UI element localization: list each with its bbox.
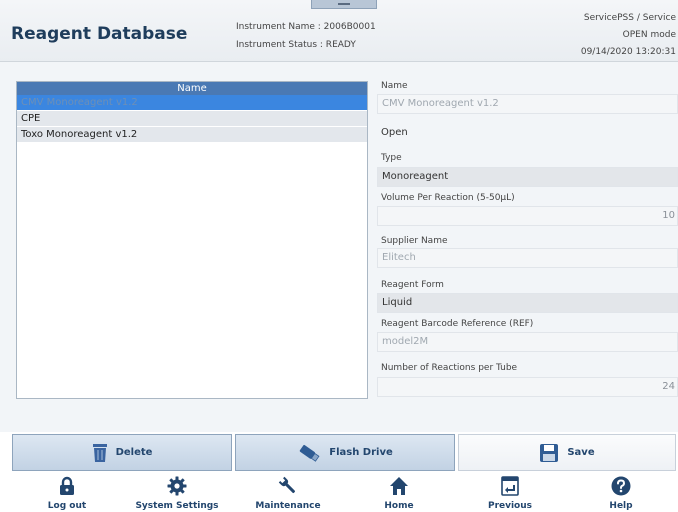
delete-button[interactable]: Delete (12, 434, 232, 471)
user-info: ServicePSS / Service (583, 13, 676, 23)
barcode-label: Reagent Barcode Reference (REF) (381, 319, 534, 329)
reagent-form-label: Reagent Form (381, 280, 444, 290)
nav-help[interactable]: Help (565, 471, 677, 512)
barcode-field[interactable]: model2M (377, 332, 678, 352)
nav-previous[interactable]: Previous (454, 471, 566, 512)
reactions-field[interactable]: 24 (377, 377, 678, 397)
nav-maintenance-label: Maintenance (255, 501, 321, 511)
nav-home[interactable]: Home (343, 471, 455, 512)
volume-field[interactable]: 10 (377, 206, 678, 226)
list-column-header[interactable]: Name (17, 82, 367, 95)
usb-drive-icon (297, 444, 321, 462)
nav-system-settings[interactable]: System Settings (121, 471, 233, 512)
reagent-form-select[interactable]: Liquid (377, 293, 678, 313)
name-label: Name (381, 81, 408, 91)
mode-indicator: OPEN mode (622, 30, 676, 40)
page-title: Reagent Database (11, 24, 188, 44)
supplier-label: Supplier Name (381, 236, 448, 246)
wrench-icon (232, 471, 344, 497)
floppy-disk-icon (539, 443, 559, 463)
reactions-label: Number of Reactions per Tube (381, 363, 518, 373)
save-label: Save (567, 447, 595, 458)
instrument-name: Instrument Name : 2006B0001 (236, 22, 376, 32)
action-bar: Delete Flash Drive Save (0, 433, 678, 471)
nav-system-settings-label: System Settings (135, 501, 219, 511)
trash-icon (92, 443, 108, 463)
instrument-status: Instrument Status : READY (236, 40, 356, 50)
name-field[interactable]: CMV Monoreagent v1.2 (377, 94, 678, 114)
supplier-field[interactable]: Elitech (377, 248, 678, 268)
type-label: Type (381, 153, 402, 163)
nav-previous-label: Previous (487, 501, 533, 511)
gear-icon (121, 471, 233, 497)
question-mark-icon (565, 471, 677, 497)
list-item[interactable]: CPE (17, 111, 367, 127)
flash-drive-label: Flash Drive (329, 447, 393, 458)
nav-logout-label: Log out (47, 501, 87, 511)
datetime: 09/14/2020 13:20:31 (580, 47, 676, 57)
pull-down-tab-handle[interactable] (311, 0, 377, 9)
nav-maintenance[interactable]: Maintenance (232, 471, 344, 512)
back-arrow-icon (454, 471, 566, 497)
bottom-navigation: Log out System Settings Maintenance Home… (0, 471, 678, 512)
save-button[interactable]: Save (458, 434, 676, 471)
house-icon (343, 471, 455, 497)
volume-label: Volume Per Reaction (5-50µL) (381, 193, 515, 203)
nav-home-label: Home (384, 501, 414, 511)
nav-logout[interactable]: Log out (11, 471, 123, 512)
lock-icon (11, 471, 123, 497)
header-bar: Reagent Database Instrument Name : 2006B… (0, 0, 678, 62)
list-item[interactable]: CMV Monoreagent v1.2 (17, 95, 367, 111)
delete-label: Delete (115, 447, 153, 458)
type-select[interactable]: Monoreagent (377, 167, 678, 187)
flash-drive-button[interactable]: Flash Drive (235, 434, 455, 471)
open-label: Open (381, 127, 408, 138)
nav-help-label: Help (609, 501, 633, 511)
list-item[interactable]: Toxo Monoreagent v1.2 (17, 127, 367, 143)
reagent-list[interactable]: Name CMV Monoreagent v1.2 CPE Toxo Monor… (16, 81, 368, 399)
